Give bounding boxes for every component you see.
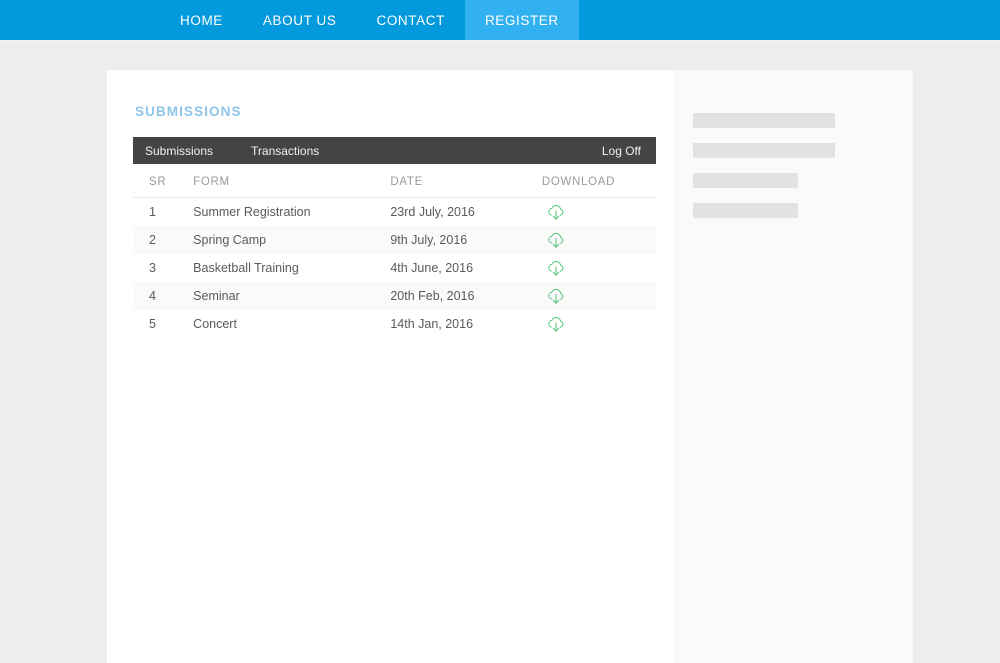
- table-row: 1 Summer Registration 23rd July, 2016: [133, 198, 656, 227]
- cell-sr: 5: [149, 317, 156, 331]
- main-content-column: SUBMISSIONS Submissions Transactions Log…: [107, 70, 675, 663]
- page-title: SUBMISSIONS: [135, 104, 242, 119]
- cell-sr: 3: [149, 261, 156, 275]
- sidebar-column: [675, 70, 913, 663]
- cloud-download-icon[interactable]: [546, 287, 566, 305]
- log-off-label: Log Off: [601, 143, 641, 158]
- sidebar-placeholder-bar: [693, 143, 835, 158]
- table-body: 1 Summer Registration 23rd July, 2016 2 …: [133, 198, 656, 339]
- cell-form: Summer Registration: [193, 205, 311, 219]
- cell-form: Basketball Training: [193, 261, 299, 275]
- nav-underline-divider: [0, 40, 1000, 42]
- submissions-toolbar: Submissions Transactions Log Off: [133, 137, 656, 164]
- column-header-sr: SR: [133, 166, 194, 198]
- table-row: 2 Spring Camp 9th July, 2016: [133, 226, 656, 254]
- tab-transactions[interactable]: Transactions: [251, 144, 319, 158]
- cell-download: [542, 310, 656, 338]
- table-head: SR FORM DATE DOWNLOAD: [133, 166, 656, 198]
- column-header-download: DOWNLOAD: [541, 166, 656, 198]
- main-navigation: HOME ABOUT US CONTACT REGISTER: [0, 0, 1000, 40]
- cell-download: [541, 226, 656, 254]
- column-header-form: FORM: [193, 166, 391, 198]
- nav-item-contact-label: CONTACT: [376, 12, 445, 28]
- page-card: SUBMISSIONS Submissions Transactions Log…: [107, 70, 913, 663]
- table-row: 4 Seminar 20th Feb, 2016: [133, 282, 656, 310]
- tab-transactions-label: Transactions: [251, 143, 320, 158]
- nav-item-register-label: REGISTER: [484, 12, 559, 28]
- cloud-download-icon[interactable]: [546, 259, 566, 277]
- sidebar-placeholder-bar: [693, 203, 798, 218]
- cloud-download-icon[interactable]: [546, 231, 566, 249]
- nav-item-home-label: HOME: [180, 12, 223, 28]
- cell-date: 9th July, 2016: [390, 226, 542, 254]
- column-header-date: DATE: [390, 166, 542, 198]
- cell-date: 20th Feb, 2016: [390, 282, 542, 310]
- nav-item-about-us[interactable]: ABOUT US: [243, 0, 357, 40]
- sidebar-placeholder-bar: [693, 113, 835, 128]
- tab-submissions[interactable]: Submissions: [145, 144, 213, 158]
- cell-download: [542, 198, 656, 227]
- nav-item-register[interactable]: REGISTER: [464, 0, 579, 40]
- cell-form: Seminar: [193, 282, 391, 310]
- table-header-row: SR FORM DATE DOWNLOAD: [133, 166, 656, 198]
- log-off-button[interactable]: Log Off: [602, 144, 641, 158]
- tab-submissions-label: Submissions: [145, 143, 214, 158]
- table-row: 5 Concert 14th Jan, 2016: [133, 310, 656, 338]
- table-row: 3 Basketball Training 4th June, 2016: [133, 254, 656, 282]
- cell-sr: 4: [133, 282, 194, 310]
- cell-download: [542, 254, 656, 282]
- cell-date: 4th June, 2016: [390, 261, 474, 275]
- cell-download: [541, 282, 656, 310]
- cell-sr: 2: [133, 226, 194, 254]
- cell-sr: 1: [149, 205, 156, 219]
- sidebar-placeholder-bar: [693, 173, 798, 188]
- submissions-table: SR FORM DATE DOWNLOAD 1 Summer Registrat…: [133, 166, 656, 338]
- cell-date: 14th Jan, 2016: [390, 317, 474, 331]
- cell-form: Concert: [193, 317, 237, 331]
- nav-item-about-us-label: ABOUT US: [262, 12, 337, 28]
- cell-form: Spring Camp: [193, 226, 391, 254]
- nav-item-home[interactable]: HOME: [160, 0, 243, 40]
- cell-date: 23rd July, 2016: [390, 205, 475, 219]
- cloud-download-icon[interactable]: [546, 315, 566, 333]
- nav-item-contact[interactable]: CONTACT: [356, 0, 464, 40]
- cloud-download-icon[interactable]: [546, 203, 566, 221]
